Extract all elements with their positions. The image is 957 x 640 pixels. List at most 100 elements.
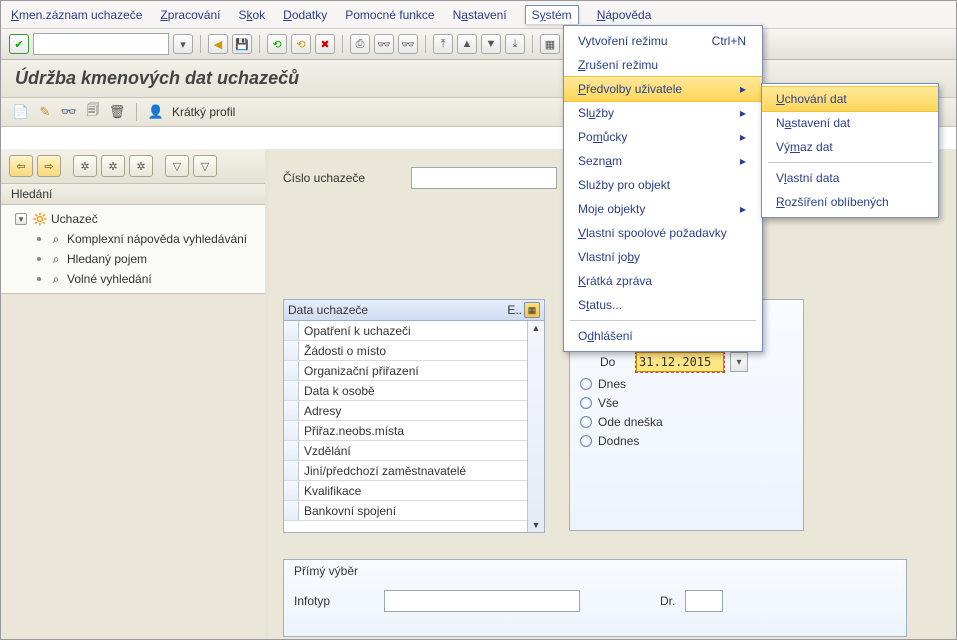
scroll-down-icon[interactable]: ▼ bbox=[530, 518, 543, 532]
list-item[interactable]: Vzdělání bbox=[284, 441, 527, 461]
first-page-icon[interactable]: ⤒ bbox=[433, 34, 453, 54]
menu-item[interactable]: Nápověda bbox=[597, 8, 652, 22]
menu-item[interactable]: Nastavení bbox=[453, 8, 507, 22]
tool-icon[interactable]: ▦ bbox=[540, 34, 560, 54]
applicant-number-input[interactable] bbox=[411, 167, 557, 189]
direct-select-title: Přímý výběr bbox=[294, 564, 358, 578]
delete-icon[interactable]: 🗑 bbox=[109, 104, 125, 120]
applicant-number-label: Číslo uchazeče bbox=[283, 171, 403, 185]
infotype-label: Infotyp bbox=[294, 594, 374, 608]
accept-icon[interactable]: ✔ bbox=[9, 34, 29, 54]
grid-config-icon[interactable]: ▦ bbox=[524, 302, 540, 318]
nav-buttons: ⇦ ⇨ ✲ ✲ ✲ ▽ ▽ bbox=[1, 149, 265, 184]
dr-input[interactable] bbox=[685, 590, 723, 612]
tree-node-root[interactable]: ▾ 🔆 Uchazeč bbox=[7, 209, 259, 229]
cancel-icon[interactable]: ✖ bbox=[315, 34, 335, 54]
back-green-icon[interactable]: ⟲ bbox=[267, 34, 287, 54]
submenu-own-data[interactable]: Vlastní data bbox=[762, 166, 938, 190]
print-icon[interactable]: ⎙ bbox=[350, 34, 370, 54]
find-next-icon[interactable]: 👓 bbox=[398, 34, 418, 54]
infotype-input[interactable] bbox=[384, 590, 580, 612]
list-scrollbar[interactable]: ▲ ▼ bbox=[527, 321, 544, 532]
nav-tool-icon[interactable]: ✲ bbox=[73, 155, 97, 177]
menu-cancel-session[interactable]: Zrušení režimu bbox=[564, 53, 762, 77]
list-item[interactable]: Opatření k uchazeči bbox=[284, 321, 527, 341]
search-icon: 🔆 bbox=[33, 212, 47, 226]
nav-forward-icon[interactable]: ⇨ bbox=[37, 155, 61, 177]
direct-select-box: Přímý výběr Infotyp Dr. bbox=[283, 559, 907, 637]
scroll-up-icon[interactable]: ▲ bbox=[530, 321, 543, 335]
new-icon[interactable]: 📄 bbox=[13, 104, 29, 120]
tree-expand-icon[interactable]: ▾ bbox=[15, 213, 27, 225]
radio-today[interactable]: Dnes bbox=[580, 377, 793, 391]
prev-page-icon[interactable]: ▲ bbox=[457, 34, 477, 54]
tree-label: Komplexní nápověda vyhledávání bbox=[67, 229, 247, 249]
submenu-expand-fav[interactable]: Rozšíření oblíbených bbox=[762, 190, 938, 214]
list-item[interactable]: Jiní/předchozí zaměstnavatelé bbox=[284, 461, 527, 481]
submenu-keep-data[interactable]: Uchování dat bbox=[762, 86, 938, 112]
tree-label: Volné vyhledání bbox=[67, 269, 152, 289]
list-item[interactable]: Žádosti o místo bbox=[284, 341, 527, 361]
infotype-list: Data uchazeče E.. ▦ Opatření k uchazeči … bbox=[283, 299, 545, 533]
glasses-icon[interactable]: 👓 bbox=[61, 104, 77, 120]
menu-my-objects[interactable]: Moje objekty▸ bbox=[564, 197, 762, 221]
list-header-label: Data uchazeče bbox=[288, 303, 368, 317]
nav-tool-icon[interactable]: ✲ bbox=[101, 155, 125, 177]
submenu-delete-data[interactable]: Výmaz dat bbox=[762, 135, 938, 159]
next-page-icon[interactable]: ▼ bbox=[481, 34, 501, 54]
menu-logoff[interactable]: Odhlášení bbox=[564, 324, 762, 348]
menu-item[interactable]: Skok bbox=[238, 8, 265, 22]
menu-item[interactable]: Kmen.záznam uchazeče bbox=[11, 8, 142, 22]
tree-label: Uchazeč bbox=[51, 209, 98, 229]
tree-bullet-icon bbox=[37, 237, 41, 241]
copy-icon[interactable]: 🗐 bbox=[85, 104, 101, 120]
menu-aids[interactable]: Pomůcky▸ bbox=[564, 125, 762, 149]
list-item[interactable]: Kvalifikace bbox=[284, 481, 527, 501]
menu-object-services[interactable]: Služby pro objekt bbox=[564, 173, 762, 197]
nav-back-icon[interactable]: ⇦ bbox=[9, 155, 33, 177]
nav-tool-icon[interactable]: ▽ bbox=[165, 155, 189, 177]
exit-icon[interactable]: ⟲ bbox=[291, 34, 311, 54]
radio-from-today[interactable]: Ode dneška bbox=[580, 415, 793, 429]
list-header-badge: E.. bbox=[507, 303, 522, 317]
menu-item[interactable]: Pomocné funkce bbox=[345, 8, 434, 22]
last-page-icon[interactable]: ⤓ bbox=[505, 34, 525, 54]
menu-item-system[interactable]: Systém bbox=[525, 5, 579, 24]
menu-list[interactable]: Seznam▸ bbox=[564, 149, 762, 173]
tree-node-child[interactable]: ⌕ Hledaný pojem bbox=[7, 249, 259, 269]
back-icon[interactable]: ◀ bbox=[208, 34, 228, 54]
menu-services[interactable]: Služby▸ bbox=[564, 101, 762, 125]
menu-item[interactable]: Dodatky bbox=[283, 8, 327, 22]
tree-node-child[interactable]: ⌕ Komplexní nápověda vyhledávání bbox=[7, 229, 259, 249]
left-empty-area bbox=[1, 293, 265, 639]
menu-short-msg[interactable]: Krátká zpráva bbox=[564, 269, 762, 293]
menu-create-session[interactable]: Vytvoření režimuCtrl+N bbox=[564, 29, 762, 53]
edit-icon[interactable]: ✎ bbox=[37, 104, 53, 120]
save-icon[interactable]: 💾 bbox=[232, 34, 252, 54]
find-icon[interactable]: 👓 bbox=[374, 34, 394, 54]
menu-own-jobs[interactable]: Vlastní joby bbox=[564, 245, 762, 269]
list-item[interactable]: Data k osobě bbox=[284, 381, 527, 401]
list-item[interactable]: Bankovní spojení bbox=[284, 501, 527, 521]
menu-own-spool[interactable]: Vlastní spoolové požadavky bbox=[564, 221, 762, 245]
list-item[interactable]: Adresy bbox=[284, 401, 527, 421]
person-icon: 👤 bbox=[148, 104, 164, 120]
submenu-set-data[interactable]: Nastavení dat bbox=[762, 111, 938, 135]
list-item[interactable]: Organizační přiřazení bbox=[284, 361, 527, 381]
menu-status[interactable]: Status... bbox=[564, 293, 762, 317]
tree-node-child[interactable]: ⌕ Volné vyhledání bbox=[7, 269, 259, 289]
date-picker-icon[interactable]: ▾ bbox=[730, 352, 748, 372]
command-field[interactable] bbox=[33, 33, 169, 55]
nav-tool-icon[interactable]: ▽ bbox=[193, 155, 217, 177]
date-to-input[interactable]: 31.12.2015 bbox=[636, 352, 724, 372]
do-label: Do bbox=[600, 355, 630, 369]
menu-item[interactable]: Zpracování bbox=[160, 8, 220, 22]
nav-tool-icon[interactable]: ✲ bbox=[129, 155, 153, 177]
radio-until-today[interactable]: Dodnes bbox=[580, 434, 793, 448]
menubar: Kmen.záznam uchazeče Zpracování Skok Dod… bbox=[1, 1, 956, 29]
list-item[interactable]: Přiřaz.neobs.místa bbox=[284, 421, 527, 441]
short-profile-link[interactable]: Krátký profil bbox=[172, 105, 235, 119]
radio-all[interactable]: Vše bbox=[580, 396, 793, 410]
menu-user-prefs[interactable]: Předvolby uživatele▸ bbox=[564, 76, 762, 102]
dropdown-icon[interactable]: ▾ bbox=[173, 34, 193, 54]
